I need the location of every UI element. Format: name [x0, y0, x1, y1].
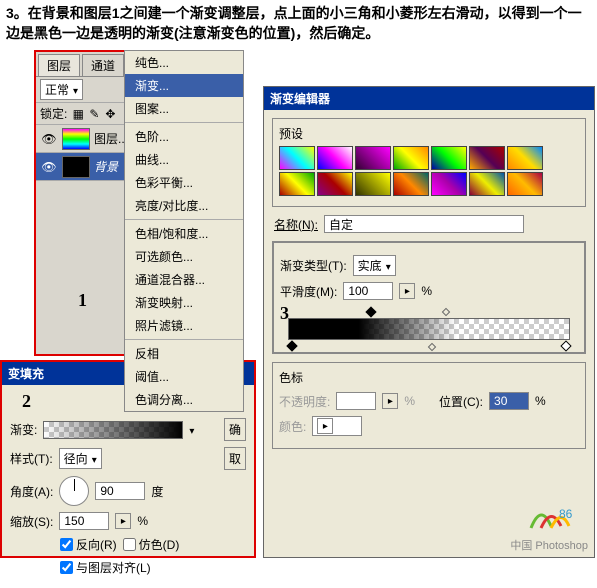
menu-hue[interactable]: 色相/饱和度...: [125, 222, 243, 245]
preset-swatch[interactable]: [355, 172, 391, 196]
menu-channel-mixer[interactable]: 通道混合器...: [125, 268, 243, 291]
menu-invert[interactable]: 反相: [125, 342, 243, 365]
menu-selective[interactable]: 可选颜色...: [125, 245, 243, 268]
preset-swatch[interactable]: [279, 146, 315, 170]
menu-gradient-map[interactable]: 渐变映射...: [125, 291, 243, 314]
percent-label: %: [137, 514, 148, 528]
menu-pattern[interactable]: 图案...: [125, 97, 243, 120]
instruction-text: 3。在背景和图层1之间建一个渐变调整层，点上面的小三角和小菱形左右滑动，以得到一…: [0, 0, 597, 47]
preset-swatch[interactable]: [317, 172, 353, 196]
color-select[interactable]: [312, 416, 362, 436]
angle-input[interactable]: [95, 482, 145, 500]
opacity-stepper-icon[interactable]: [382, 393, 398, 409]
color-label: 颜色:: [279, 418, 306, 435]
opacity-label: 不透明度:: [279, 393, 330, 410]
menu-photo-filter[interactable]: 照片滤镜...: [125, 314, 243, 337]
lock-position-icon[interactable]: ✥: [103, 107, 117, 121]
tab-channels[interactable]: 通道: [82, 54, 124, 76]
color-stop-icon[interactable]: [286, 340, 297, 351]
visibility-icon[interactable]: 👁: [40, 160, 58, 174]
midpoint-icon[interactable]: [428, 343, 436, 351]
gradient-label: 渐变:: [10, 421, 37, 438]
preset-swatch[interactable]: [507, 172, 543, 196]
lock-label: 锁定:: [40, 105, 67, 122]
smooth-stepper-icon[interactable]: [399, 283, 415, 299]
menu-posterize[interactable]: 色调分离...: [125, 388, 243, 411]
svg-text:86: 86: [559, 507, 573, 521]
preset-swatch[interactable]: [431, 146, 467, 170]
menu-curves[interactable]: 曲线...: [125, 148, 243, 171]
smooth-label: 平滑度(M):: [280, 283, 337, 300]
chevron-down-icon: [386, 259, 391, 273]
type-select[interactable]: 实底: [353, 255, 396, 276]
scale-label: 缩放(S):: [10, 513, 53, 530]
position-input[interactable]: [489, 392, 529, 410]
preset-swatch[interactable]: [507, 146, 543, 170]
preset-label: 预设: [279, 127, 303, 141]
lock-transparency-icon[interactable]: ▦: [71, 107, 85, 121]
dialog-title: 渐变编辑器: [264, 87, 594, 110]
preset-swatch[interactable]: [279, 172, 315, 196]
gradient-editor-dialog: 渐变编辑器 预设 名称(N): 渐变类型(T): 实底 平滑度: [263, 86, 595, 558]
watermark-logo: 86 中国 Photoshop: [510, 498, 588, 553]
gradient-bar[interactable]: [288, 318, 570, 340]
ok-button[interactable]: 确: [224, 418, 246, 441]
preset-grid: [279, 146, 579, 196]
opacity-input[interactable]: [336, 392, 376, 410]
preset-swatch[interactable]: [393, 172, 429, 196]
menu-levels[interactable]: 色阶...: [125, 125, 243, 148]
type-label: 渐变类型(T):: [280, 257, 347, 274]
percent-label: %: [421, 284, 432, 298]
layer-name: 图层...: [94, 130, 128, 147]
dither-checkbox[interactable]: 仿色(D): [123, 536, 180, 553]
align-checkbox[interactable]: 与图层对齐(L): [60, 559, 151, 576]
reverse-checkbox[interactable]: 反向(R): [60, 536, 117, 553]
annotation-1: 1: [78, 290, 87, 311]
name-input[interactable]: [324, 215, 524, 233]
style-label: 样式(T):: [10, 450, 53, 467]
angle-dial[interactable]: [59, 476, 89, 506]
percent-label: %: [404, 394, 415, 408]
color-stop-icon[interactable]: [560, 340, 571, 351]
chevron-down-icon[interactable]: [189, 423, 194, 437]
menu-gradient[interactable]: 渐变...: [125, 74, 243, 97]
watermark-text: 中国 Photoshop: [510, 537, 588, 553]
menu-threshold[interactable]: 阈值...: [125, 365, 243, 388]
layer-thumbnail: [62, 128, 90, 150]
adjustment-menu: 纯色... 渐变... 图案... 色阶... 曲线... 色彩平衡... 亮度…: [124, 50, 244, 412]
chevron-down-icon: [73, 83, 78, 97]
position-label: 位置(C):: [439, 393, 483, 410]
angle-label: 角度(A):: [10, 483, 53, 500]
chevron-icon: [317, 418, 333, 434]
preset-swatch[interactable]: [469, 172, 505, 196]
percent-label: %: [535, 394, 546, 408]
smooth-input[interactable]: [343, 282, 393, 300]
menu-color-balance[interactable]: 色彩平衡...: [125, 171, 243, 194]
layer-thumbnail: [62, 156, 90, 178]
opacity-stop-icon[interactable]: [365, 306, 376, 317]
menu-solid-color[interactable]: 纯色...: [125, 51, 243, 74]
preset-swatch[interactable]: [469, 146, 505, 170]
stops-label: 色标: [279, 371, 303, 385]
degree-label: 度: [151, 483, 163, 500]
preset-swatch[interactable]: [393, 146, 429, 170]
name-label: 名称(N):: [274, 216, 318, 233]
gradient-preview[interactable]: [43, 421, 183, 439]
blend-mode-select[interactable]: 正常: [40, 79, 83, 100]
menu-brightness[interactable]: 亮度/对比度...: [125, 194, 243, 217]
preset-swatch[interactable]: [431, 172, 467, 196]
style-select[interactable]: 径向: [59, 448, 102, 469]
cancel-button[interactable]: 取: [224, 447, 246, 470]
layer-name: 背景: [94, 158, 118, 175]
preset-swatch[interactable]: [355, 146, 391, 170]
tab-layers[interactable]: 图层: [38, 54, 80, 76]
visibility-icon[interactable]: 👁: [40, 132, 58, 146]
midpoint-icon[interactable]: [442, 308, 450, 316]
preset-swatch[interactable]: [317, 146, 353, 170]
chevron-down-icon: [92, 452, 97, 466]
lock-paint-icon[interactable]: ✎: [87, 107, 101, 121]
scale-stepper-icon[interactable]: [115, 513, 131, 529]
scale-input[interactable]: [59, 512, 109, 530]
